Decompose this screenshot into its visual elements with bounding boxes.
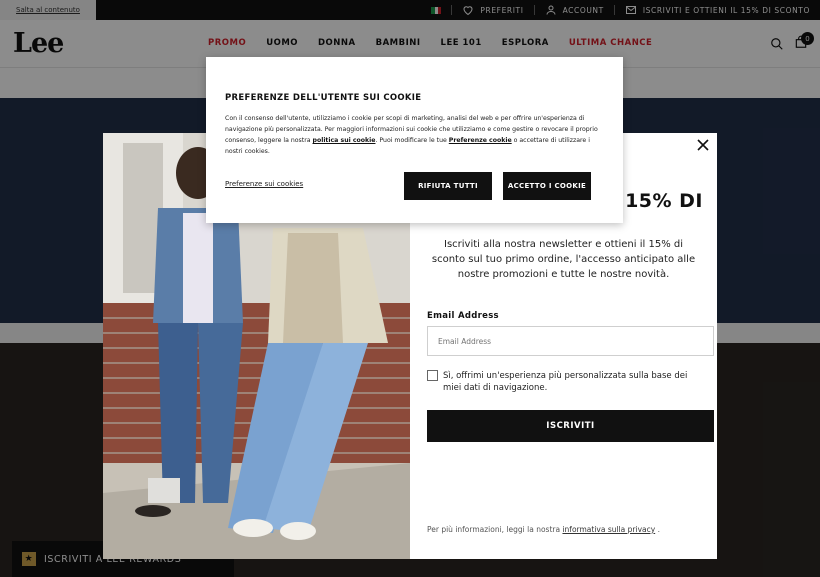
personalization-checkbox-label: Sì, offrimi un'esperienza più personaliz… <box>443 371 688 393</box>
cookie-preferences-link[interactable]: Preferenze cookie <box>449 137 512 144</box>
privacy-note: Per più informazioni, leggi la nostra in… <box>427 525 660 534</box>
privacy-suffix: . <box>657 525 660 534</box>
newsletter-description: Iscriviti alla nostra newsletter e ottie… <box>431 239 696 280</box>
cookie-text-part2: . Puoi modificare le tue <box>375 137 447 144</box>
cookie-preferences-button[interactable]: Preferenze sui cookies <box>225 180 303 188</box>
accept-cookies-button[interactable]: ACCETTO I COOKIE <box>503 172 591 200</box>
cookie-policy-link[interactable]: politica sui cookie <box>313 137 376 144</box>
cookie-title: PREFERENZE DELL'UTENTE SUI COOKIE <box>225 93 422 103</box>
privacy-prefix: Per più informazioni, leggi la nostra <box>427 525 561 534</box>
privacy-policy-link[interactable]: informativa sulla privacy <box>562 525 655 534</box>
close-icon[interactable] <box>695 137 711 153</box>
personalization-checkbox[interactable] <box>427 370 438 381</box>
cookie-text: Con il consenso dell'utente, utilizziamo… <box>225 113 605 157</box>
reject-all-button[interactable]: RIFIUTA TUTTI <box>404 172 492 200</box>
cookie-consent-dialog: PREFERENZE DELL'UTENTE SUI COOKIE Con il… <box>206 57 623 223</box>
subscribe-button[interactable]: ISCRIVITI <box>427 410 714 442</box>
email-label: Email Address <box>427 311 499 321</box>
email-input[interactable] <box>427 326 714 356</box>
